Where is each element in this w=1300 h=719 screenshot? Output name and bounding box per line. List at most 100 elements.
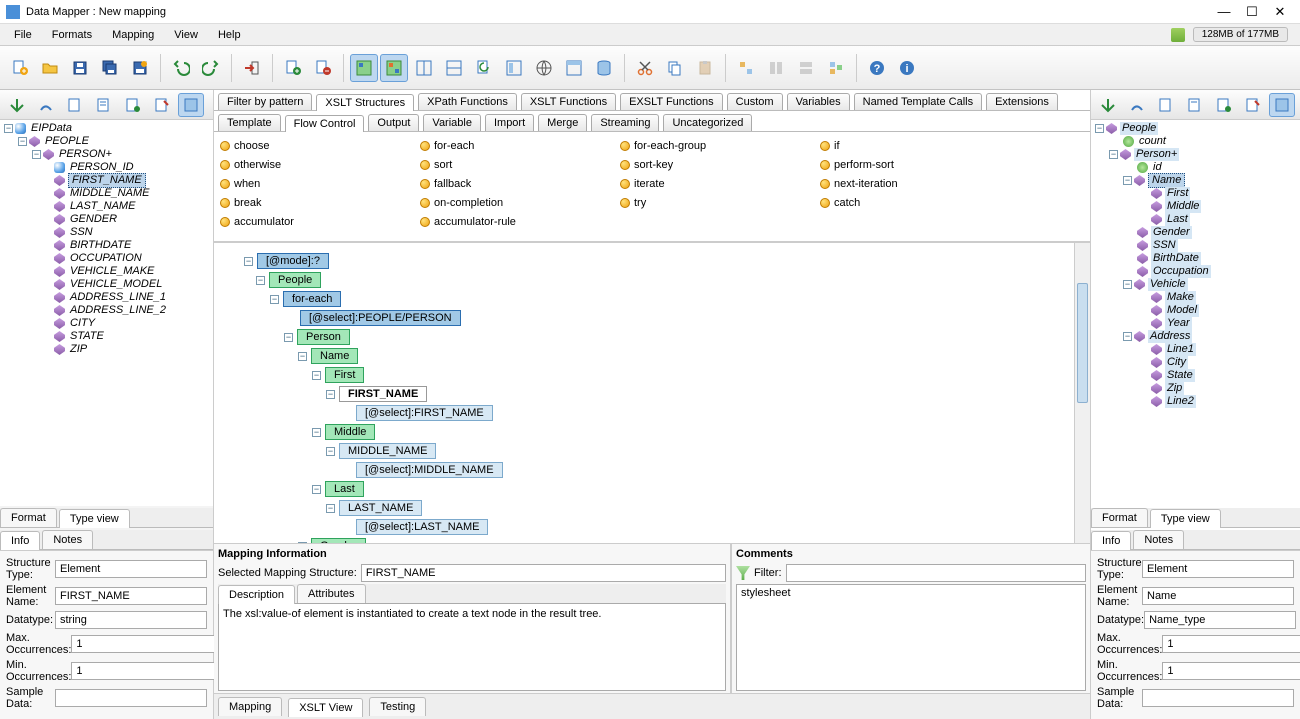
expand-handle[interactable]: − [326, 390, 335, 399]
tree-field[interactable]: STATE [68, 330, 106, 343]
struct-tab[interactable]: XPath Functions [418, 93, 517, 110]
menu-help[interactable]: Help [208, 27, 251, 43]
cat-tab[interactable]: Template [218, 114, 281, 131]
flow-item[interactable]: iterate [620, 174, 820, 193]
flow-item[interactable]: when [220, 174, 420, 193]
struct-tab[interactable]: Variables [787, 93, 850, 110]
tree-field[interactable]: GENDER [68, 213, 119, 226]
remove-doc-icon[interactable] [309, 54, 337, 82]
tree-field[interactable]: CITY [68, 317, 97, 330]
tree-address[interactable]: Address [1148, 330, 1192, 343]
first-block[interactable]: First [325, 367, 364, 383]
right-tool-6[interactable] [1240, 93, 1266, 117]
expand-handle[interactable]: − [1109, 150, 1118, 159]
expand-handle[interactable]: − [4, 124, 13, 133]
copy-icon[interactable] [661, 54, 689, 82]
save-icon[interactable] [66, 54, 94, 82]
cut-icon[interactable] [631, 54, 659, 82]
select-people-block[interactable]: [@select]:PEOPLE/PERSON [300, 310, 461, 326]
flow-item[interactable]: sort [420, 155, 620, 174]
people-block[interactable]: People [269, 272, 321, 288]
align-4-icon[interactable] [822, 54, 850, 82]
expand-handle[interactable]: − [1123, 332, 1132, 341]
left-tool-2[interactable] [33, 93, 59, 117]
undo-icon[interactable] [167, 54, 195, 82]
left-tool-4[interactable] [91, 93, 117, 117]
right-tool-2[interactable] [1124, 93, 1150, 117]
tab-testing[interactable]: Testing [369, 697, 426, 716]
flow-item[interactable]: for-each-group [620, 136, 820, 155]
tree-field[interactable]: Year [1165, 317, 1192, 330]
align-1-icon[interactable] [732, 54, 760, 82]
name-block[interactable]: Name [311, 348, 358, 364]
tree-field[interactable]: Middle [1165, 200, 1201, 213]
minocc-input[interactable] [1162, 662, 1300, 680]
maxocc-input[interactable] [1162, 635, 1300, 653]
tree-person[interactable]: PERSON+ [57, 148, 114, 161]
layout-3-icon[interactable] [500, 54, 528, 82]
tab-description[interactable]: Description [218, 585, 295, 604]
first-name-value[interactable]: FIRST_NAME [339, 386, 427, 402]
tab-notes[interactable]: Notes [42, 530, 93, 549]
mode-block[interactable]: [@mode]:? [257, 253, 329, 269]
paste-icon[interactable] [691, 54, 719, 82]
flow-item[interactable]: otherwise [220, 155, 420, 174]
source-tree[interactable]: −EIPData −PEOPLE −PERSON+ PERSON_IDFIRST… [0, 120, 213, 506]
tab-info[interactable]: Info [0, 531, 40, 550]
info-icon[interactable]: i [893, 54, 921, 82]
tree-field[interactable]: ADDRESS_LINE_2 [68, 304, 168, 317]
view-mode-1-icon[interactable] [350, 54, 378, 82]
flow-item[interactable]: fallback [420, 174, 620, 193]
expand-handle[interactable]: − [18, 137, 27, 146]
datatype-input[interactable] [1144, 611, 1296, 629]
cat-tab[interactable]: Flow Control [285, 115, 365, 132]
tree-person[interactable]: Person+ [1134, 148, 1179, 161]
sample-input[interactable] [55, 689, 207, 707]
exit-icon[interactable] [238, 54, 266, 82]
tree-field[interactable]: State [1165, 369, 1195, 382]
flow-item[interactable]: choose [220, 136, 420, 155]
new-file-icon[interactable] [6, 54, 34, 82]
select-first-name[interactable]: [@select]:FIRST_NAME [356, 405, 493, 421]
save-copy-icon[interactable] [126, 54, 154, 82]
save-all-icon[interactable] [96, 54, 124, 82]
struct-tab[interactable]: XSLT Functions [521, 93, 616, 110]
add-doc-icon[interactable] [279, 54, 307, 82]
database-icon[interactable] [590, 54, 618, 82]
open-folder-icon[interactable] [36, 54, 64, 82]
tab-format[interactable]: Format [0, 508, 57, 527]
cat-tab[interactable]: Output [368, 114, 419, 131]
layout-1-icon[interactable] [410, 54, 438, 82]
last-name-value[interactable]: LAST_NAME [339, 500, 422, 516]
tree-field[interactable]: Make [1165, 291, 1196, 304]
right-tool-3[interactable] [1153, 93, 1179, 117]
tab-format[interactable]: Format [1091, 508, 1148, 527]
canvas-scrollbar[interactable] [1074, 243, 1090, 543]
close-button[interactable]: ✕ [1266, 3, 1294, 21]
flow-item[interactable]: sort-key [620, 155, 820, 174]
element-name-input[interactable] [55, 587, 207, 605]
struct-tab[interactable]: EXSLT Functions [620, 93, 723, 110]
right-tool-4[interactable] [1182, 93, 1208, 117]
flow-item[interactable]: catch [820, 193, 1020, 212]
layout-4-icon[interactable] [560, 54, 588, 82]
expand-handle[interactable]: − [1123, 176, 1132, 185]
tree-field[interactable]: ADDRESS_LINE_1 [68, 291, 168, 304]
structure-type-input[interactable] [1142, 560, 1294, 578]
selected-mapping-input[interactable] [361, 564, 726, 582]
left-tool-5[interactable] [120, 93, 146, 117]
foreach-block[interactable]: for-each [283, 291, 341, 307]
tree-field[interactable]: VEHICLE_MODEL [68, 278, 164, 291]
tree-field[interactable]: Last [1165, 213, 1190, 226]
layout-2-icon[interactable] [440, 54, 468, 82]
select-last-name[interactable]: [@select]:LAST_NAME [356, 519, 488, 535]
comment-item[interactable]: stylesheet [741, 587, 1081, 599]
tree-field[interactable]: First [1165, 187, 1190, 200]
expand-handle[interactable]: − [312, 485, 321, 494]
tree-count[interactable]: count [1137, 135, 1168, 148]
minocc-input[interactable] [71, 662, 223, 680]
tab-info[interactable]: Info [1091, 531, 1131, 550]
expand-handle[interactable]: − [244, 257, 253, 266]
tree-field[interactable]: Gender [1151, 226, 1192, 239]
expand-handle[interactable]: − [298, 352, 307, 361]
